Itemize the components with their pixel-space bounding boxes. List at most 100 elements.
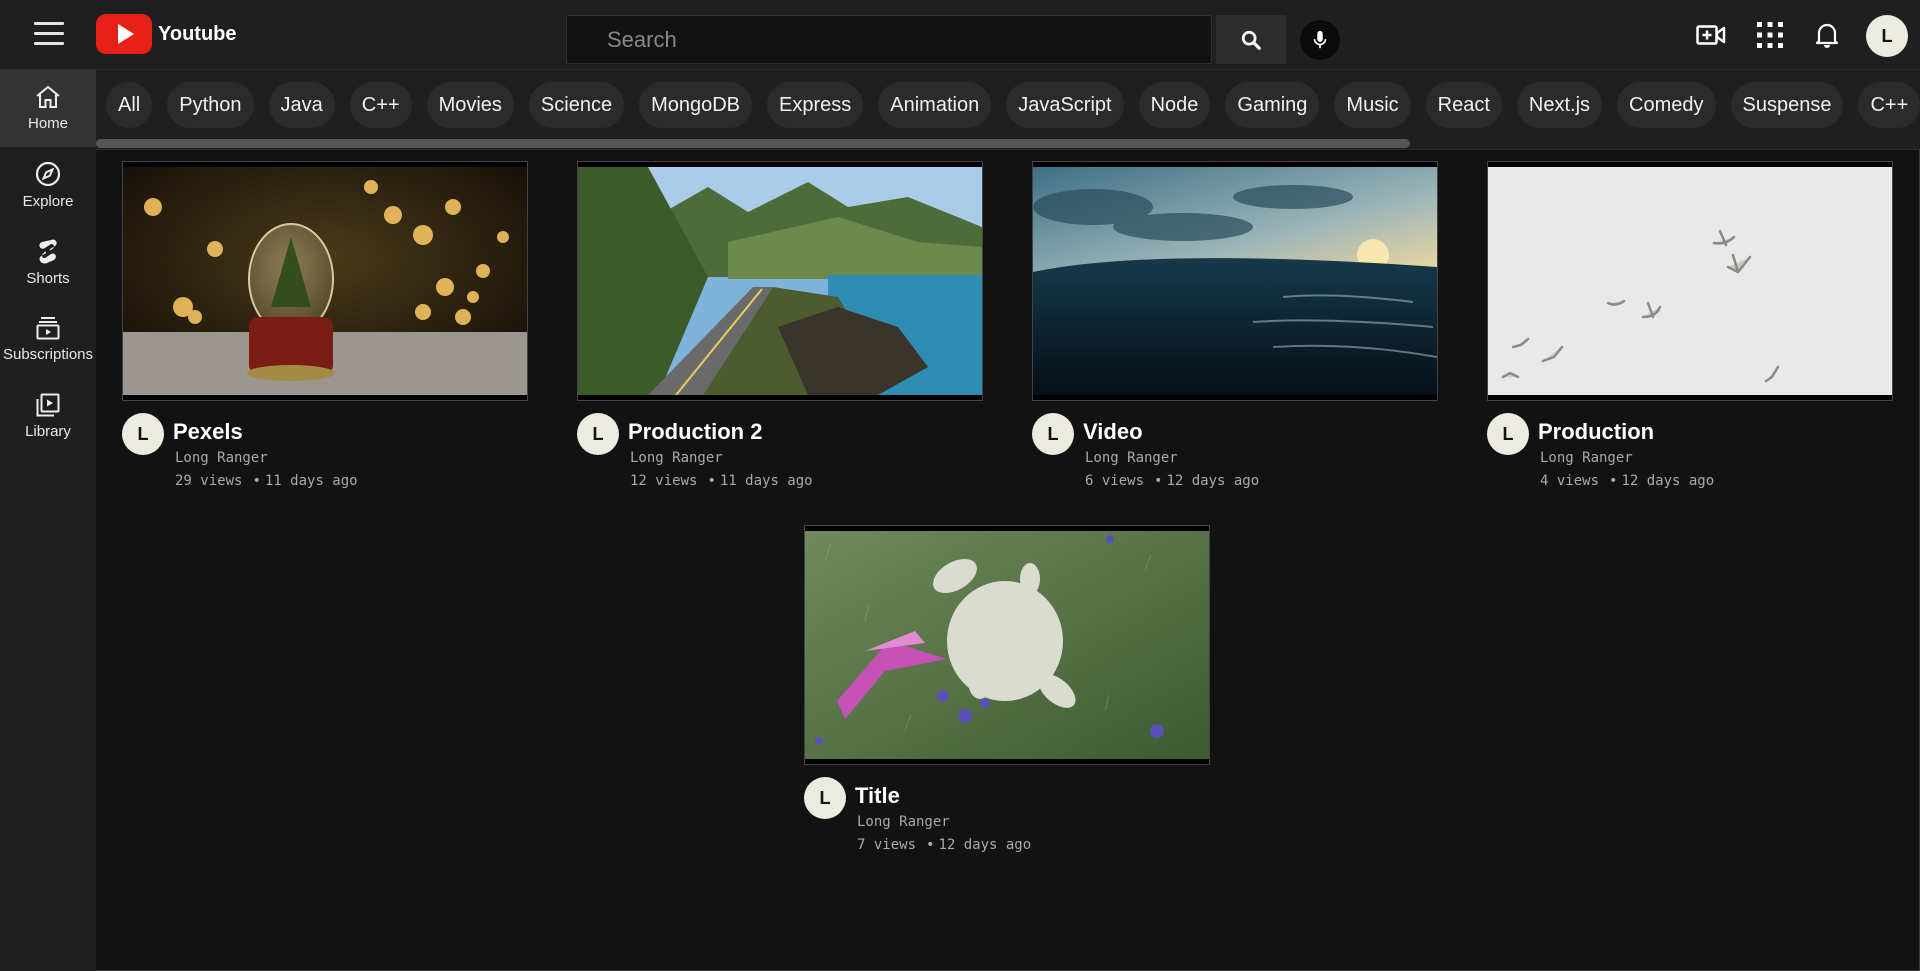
chip-gaming[interactable]: Gaming — [1225, 82, 1320, 128]
user-avatar[interactable]: L — [1866, 15, 1908, 57]
notifications-button[interactable] — [1812, 20, 1842, 50]
ocean-sunset-thumbnail — [1033, 167, 1437, 395]
video-thumbnail[interactable] — [1487, 161, 1893, 401]
view-count: 12 views — [630, 473, 698, 489]
chips-list: All Python Java C++ Movies Science Mongo… — [106, 82, 1920, 128]
youtube-logo[interactable]: Youtube — [96, 14, 237, 54]
video-stats: 4 views • 12 days ago — [1540, 473, 1714, 489]
search-input[interactable] — [566, 15, 1212, 64]
video-thumbnail[interactable] — [577, 161, 983, 401]
video-stats: 29 views • 11 days ago — [175, 473, 358, 489]
chip-suspense[interactable]: Suspense — [1730, 82, 1844, 128]
separator-dot: • — [252, 473, 261, 489]
video-stats: 6 views • 12 days ago — [1085, 473, 1259, 489]
video-camera-add-icon — [1696, 25, 1726, 45]
chip-animation[interactable]: Animation — [878, 82, 992, 128]
video-title[interactable]: Production 2 — [628, 419, 762, 445]
chip-nextjs[interactable]: Next.js — [1516, 82, 1603, 128]
sidebar-item-label: Library — [25, 423, 71, 440]
microphone-icon — [1313, 30, 1327, 49]
sidebar-item-subscriptions[interactable]: Subscriptions — [0, 301, 96, 378]
video-thumbnail[interactable] — [804, 525, 1210, 765]
video-title[interactable]: Video — [1083, 419, 1143, 445]
separator-dot: • — [1154, 473, 1163, 489]
top-header: Youtube L — [0, 0, 1920, 70]
sidebar-item-home[interactable]: Home — [0, 70, 96, 147]
channel-avatar[interactable]: L — [1032, 413, 1074, 455]
separator-dot: • — [1609, 473, 1618, 489]
sidebar-item-label: Home — [27, 115, 68, 132]
channel-name[interactable]: Long Ranger — [857, 814, 950, 830]
video-thumbnail[interactable] — [1032, 161, 1438, 401]
channel-avatar[interactable]: L — [804, 777, 846, 819]
subscriptions-icon — [36, 317, 60, 340]
video-card[interactable]: L Production 2 Long Ranger 12 views • 11 d… — [577, 161, 983, 501]
sidebar-item-shorts[interactable]: Shorts — [0, 224, 96, 301]
category-chips-bar: All Python Java C++ Movies Science Mongo… — [96, 70, 1920, 150]
bell-icon — [1815, 23, 1839, 48]
sidebar-item-label: Subscriptions — [2, 346, 94, 363]
chips-scrollbar[interactable] — [96, 139, 1410, 148]
video-card[interactable]: L Production Long Ranger 4 views • 12 days… — [1487, 161, 1893, 501]
channel-avatar[interactable]: L — [1487, 413, 1529, 455]
video-title[interactable]: Pexels — [173, 419, 243, 445]
library-icon — [36, 393, 60, 417]
sidebar-item-explore[interactable]: Explore — [0, 147, 96, 224]
home-icon — [36, 85, 60, 108]
video-meta: L Pexels Long Ranger 29 views • 11 days ag… — [122, 401, 528, 501]
chip-javascript[interactable]: JavaScript — [1006, 82, 1124, 128]
video-stats: 12 views • 11 days ago — [630, 473, 813, 489]
search-button[interactable] — [1216, 15, 1286, 64]
channel-name[interactable]: Long Ranger — [1540, 450, 1633, 466]
video-card[interactable]: L Pexels Long Ranger 29 views • 11 days ag… — [122, 161, 528, 501]
video-meta: L Production 2 Long Ranger 12 views • 11 d… — [577, 401, 983, 501]
chip-express[interactable]: Express — [767, 82, 864, 128]
view-count: 4 views — [1540, 473, 1600, 489]
chip-node[interactable]: Node — [1138, 82, 1211, 128]
sidebar-item-label: Explore — [22, 193, 74, 210]
seagulls-thumbnail — [1488, 167, 1892, 395]
video-title[interactable]: Title — [855, 783, 900, 809]
chip-comedy[interactable]: Comedy — [1617, 82, 1716, 128]
video-card[interactable]: L Title Long Ranger 7 views • 12 days ago — [804, 525, 1210, 865]
chip-science[interactable]: Science — [528, 82, 625, 128]
chip-python[interactable]: Python — [167, 82, 254, 128]
channel-avatar[interactable]: L — [122, 413, 164, 455]
chip-all[interactable]: All — [106, 82, 153, 128]
video-meta: L Production Long Ranger 4 views • 12 days… — [1487, 401, 1893, 501]
upload-age: 12 days ago — [1621, 473, 1715, 489]
upload-age: 11 days ago — [264, 473, 358, 489]
separator-dot: • — [926, 837, 935, 853]
hamburger-menu-icon[interactable] — [34, 22, 64, 46]
video-stats: 7 views • 12 days ago — [857, 837, 1031, 853]
apps-grid-icon — [1757, 22, 1783, 48]
chip-mongodb[interactable]: MongoDB — [639, 82, 753, 128]
chip-movies[interactable]: Movies — [426, 82, 514, 128]
voice-search-button[interactable] — [1300, 20, 1340, 60]
chip-cpp-2[interactable]: C++ — [1858, 82, 1920, 128]
video-title[interactable]: Production — [1538, 419, 1654, 445]
upload-age: 11 days ago — [719, 473, 813, 489]
bunny-animation-thumbnail — [805, 531, 1209, 759]
video-card[interactable]: L Video Long Ranger 6 views • 12 days ago — [1032, 161, 1438, 501]
chip-java[interactable]: Java — [268, 82, 335, 128]
separator-dot: • — [707, 473, 716, 489]
chip-react[interactable]: React — [1425, 82, 1502, 128]
chip-music[interactable]: Music — [1334, 82, 1411, 128]
apps-button[interactable] — [1755, 20, 1785, 50]
channel-name[interactable]: Long Ranger — [1085, 450, 1178, 466]
video-thumbnail[interactable] — [122, 161, 528, 401]
compass-icon — [35, 161, 61, 187]
view-count: 6 views — [1085, 473, 1145, 489]
sidebar-item-label: Shorts — [26, 270, 70, 287]
video-meta: L Title Long Ranger 7 views • 12 days ago — [804, 765, 1210, 865]
shorts-icon — [39, 239, 57, 264]
channel-name[interactable]: Long Ranger — [175, 450, 268, 466]
create-video-button[interactable] — [1696, 20, 1726, 50]
app-name: Youtube — [158, 22, 237, 45]
sidebar-item-library[interactable]: Library — [0, 378, 96, 455]
chip-cpp[interactable]: C++ — [349, 82, 412, 128]
snow-globe-thumbnail — [123, 167, 527, 395]
channel-avatar[interactable]: L — [577, 413, 619, 455]
channel-name[interactable]: Long Ranger — [630, 450, 723, 466]
